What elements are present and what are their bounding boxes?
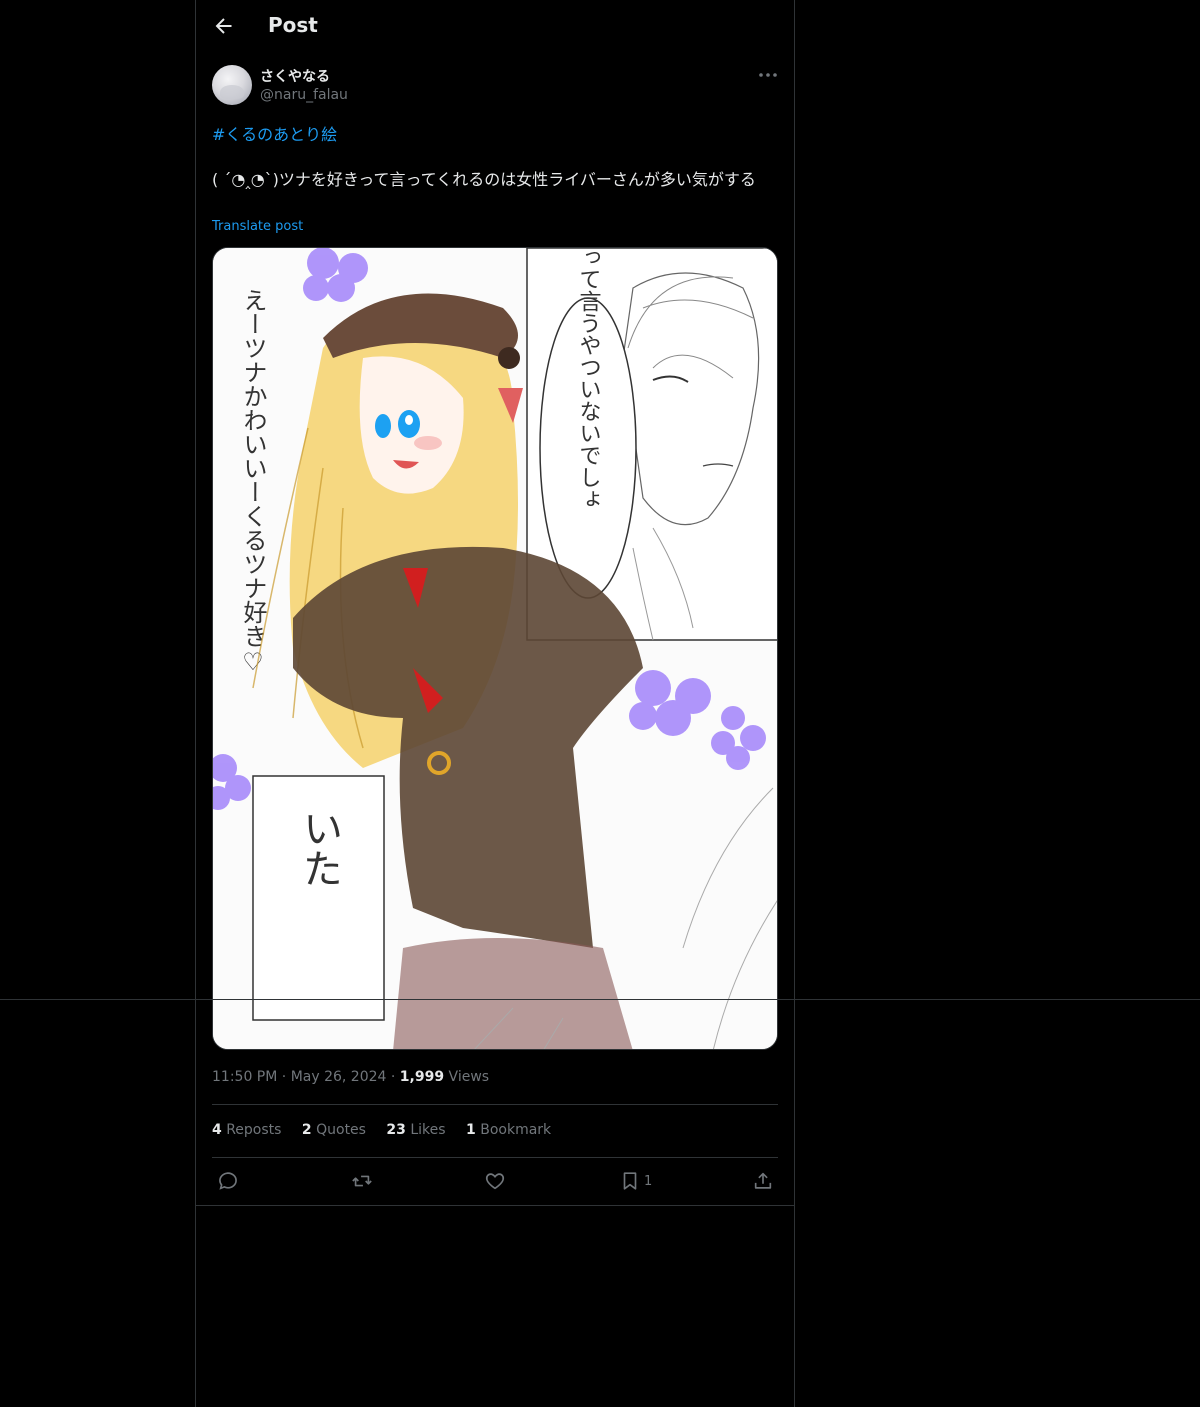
quotes-label: Quotes	[316, 1122, 366, 1138]
likes-label: Likes	[410, 1122, 446, 1138]
author-display-name[interactable]: さくやなる	[260, 66, 330, 86]
author-handle[interactable]: @naru_falau	[260, 87, 348, 103]
hashtag-link[interactable]: #くるのあとり絵	[212, 121, 337, 145]
divider	[212, 1157, 778, 1158]
post-text: ( ´◔‸◔`)ツナを好きって言ってくれるのは女性ライバーさんが多い気がする	[212, 170, 756, 189]
share-icon[interactable]	[752, 1170, 774, 1192]
bookmarks-label: Bookmark	[480, 1122, 552, 1138]
bookmark-action-count: 1	[644, 1174, 653, 1189]
bookmarks-count: 1	[466, 1122, 476, 1138]
divider	[212, 1104, 778, 1105]
reply-icon[interactable]	[217, 1170, 239, 1192]
back-arrow-icon[interactable]	[212, 14, 236, 38]
meta-separator: ·	[390, 1069, 396, 1085]
side-handwritten-text: えーツナかわいいーくるツナ好き♡	[239, 288, 267, 676]
likes-count: 23	[386, 1122, 406, 1138]
meta-separator: ·	[281, 1069, 287, 1085]
page-title: Post	[268, 13, 318, 37]
top-bar: Post	[196, 0, 794, 54]
speech-bubble-text: ツナ可愛いって言うやついないでしょ	[576, 248, 601, 510]
engagement-stats: 4 Reposts 2 Quotes 23 Likes 1 Bookmark	[212, 1122, 567, 1138]
bookmarks-stat[interactable]: 1 Bookmark	[466, 1122, 551, 1138]
overlay-line	[0, 999, 1200, 1000]
quotes-stat[interactable]: 2 Quotes	[302, 1122, 366, 1138]
panel-text: いた	[296, 808, 342, 888]
more-options-icon[interactable]	[756, 64, 780, 86]
likes-stat[interactable]: 23 Likes	[386, 1122, 445, 1138]
reposts-stat[interactable]: 4 Reposts	[212, 1122, 281, 1138]
repost-icon[interactable]	[351, 1170, 373, 1192]
post-time[interactable]: 11:50 PM	[212, 1069, 277, 1085]
post-date[interactable]: May 26, 2024	[291, 1069, 387, 1085]
post-image[interactable]: ツナ可愛いって言うやついないでしょ えーツナかわいいーくるツナ好き♡ いた	[212, 247, 778, 1050]
views-count: 1,999	[399, 1069, 445, 1085]
post-column: Post さくやなる @naru_falau #くるのあとり絵 ( ´◔‸◔`)…	[195, 0, 795, 1407]
avatar[interactable]	[212, 65, 252, 105]
quotes-count: 2	[301, 1122, 312, 1138]
reposts-label: Reposts	[226, 1122, 282, 1138]
bookmark-icon[interactable]	[619, 1170, 641, 1192]
divider	[196, 1205, 794, 1206]
views-label: Views	[448, 1069, 490, 1085]
reposts-count: 4	[212, 1122, 222, 1138]
post-metadata: 11:50 PM · May 26, 2024 · 1,999 Views	[212, 1069, 489, 1085]
translate-post-link[interactable]: Translate post	[212, 219, 303, 234]
heart-icon[interactable]	[484, 1170, 506, 1192]
manga-illustration: ツナ可愛いって言うやついないでしょ えーツナかわいいーくるツナ好き♡ いた	[213, 248, 777, 1049]
